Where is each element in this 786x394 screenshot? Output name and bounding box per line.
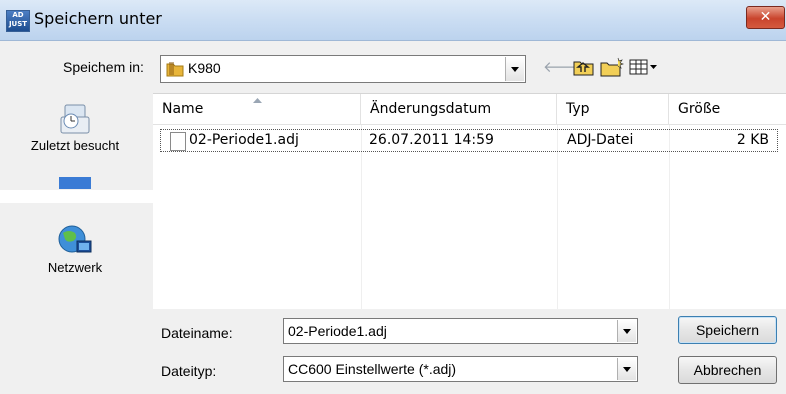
sidebar-item-network[interactable]: Netzwerk — [0, 223, 150, 275]
filename-label: Dateiname: — [161, 325, 233, 341]
column-header-label: Änderungsdatum — [370, 101, 492, 117]
filetype-select[interactable]: CC600 Einstellwerte (*.adj) — [283, 356, 638, 382]
column-divider — [669, 125, 670, 309]
close-button[interactable]: ✕ — [746, 6, 785, 29]
title-bar[interactable]: AD JUST Speichern unter ✕ — [0, 0, 786, 41]
places-sidebar: Zuletzt besucht Netzwerk — [0, 93, 150, 394]
sidebar-divider — [0, 190, 153, 203]
up-folder-icon[interactable] — [573, 59, 595, 76]
folder-icon — [166, 62, 184, 77]
column-header-size[interactable]: Größe — [669, 94, 786, 125]
close-icon: ✕ — [759, 9, 772, 25]
file-row[interactable]: 02-Periode1.adj 26.07.2011 14:59 ADJ-Dat… — [160, 129, 778, 152]
chevron-down-icon[interactable] — [617, 358, 636, 380]
new-folder-icon[interactable] — [600, 57, 624, 77]
sort-ascending-icon — [253, 98, 262, 103]
filetype-label: Dateityp: — [161, 363, 217, 379]
file-list[interactable]: Name Änderungsdatum Typ Größe 02-Periode… — [153, 93, 786, 309]
chevron-down-icon[interactable] — [617, 320, 636, 342]
column-divider — [557, 125, 558, 309]
filename-value: 02-Periode1.adj — [288, 323, 387, 339]
file-date: 26.07.2011 14:59 — [369, 132, 494, 148]
window-title: Speichern unter — [34, 9, 162, 28]
file-name: 02-Periode1.adj — [189, 132, 299, 148]
back-arrow-icon[interactable]: 🡐 — [543, 58, 583, 76]
file-icon — [170, 132, 186, 151]
sidebar-item-label: Netzwerk — [47, 260, 103, 275]
filename-input[interactable]: 02-Periode1.adj — [283, 318, 638, 344]
app-icon: AD JUST — [6, 10, 30, 32]
column-header-type[interactable]: Typ — [557, 94, 669, 125]
cancel-button[interactable]: Abbrechen — [678, 356, 777, 384]
filetype-value: CC600 Einstellwerte (*.adj) — [288, 361, 457, 377]
file-size: 2 KB — [736, 132, 769, 148]
column-divider — [361, 125, 362, 309]
save-button[interactable]: Speichern — [678, 316, 777, 344]
column-header-label: Name — [162, 101, 204, 117]
sidebar-item-desktop[interactable] — [0, 177, 150, 189]
chevron-down-icon[interactable] — [505, 57, 524, 81]
network-icon — [58, 225, 92, 253]
desktop-icon — [59, 177, 91, 189]
sidebar-item-label: Zuletzt besucht — [30, 138, 120, 153]
view-menu-icon[interactable] — [629, 59, 659, 76]
save-in-label: Speichem in: — [63, 59, 144, 75]
column-header-name[interactable]: Name — [153, 94, 361, 125]
sidebar-item-recent[interactable]: Zuletzt besucht — [0, 101, 150, 153]
save-in-dropdown[interactable]: K980 — [160, 55, 526, 83]
file-type: ADJ-Datei — [567, 132, 634, 148]
column-header-label: Typ — [566, 101, 590, 117]
column-header-date[interactable]: Änderungsdatum — [361, 94, 557, 125]
location-value: K980 — [188, 60, 221, 76]
recent-places-icon — [60, 104, 90, 134]
column-header-label: Größe — [678, 101, 721, 117]
